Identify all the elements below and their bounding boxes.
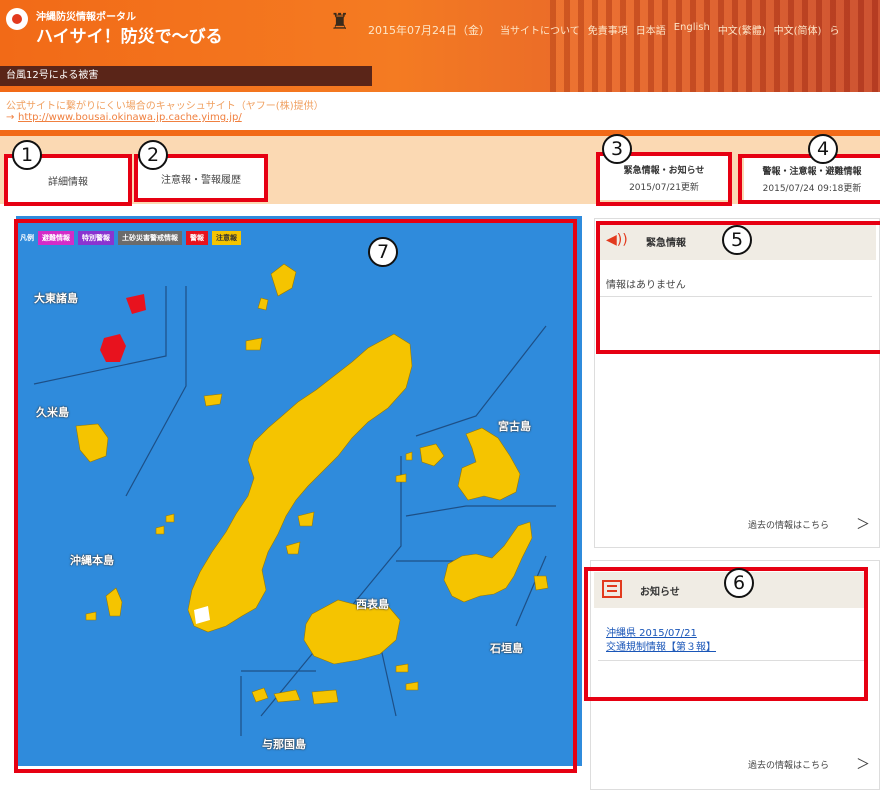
- logo-icon[interactable]: [6, 8, 28, 30]
- annotation-5: 5: [722, 225, 752, 255]
- chevron-right-icon[interactable]: ＞: [856, 754, 870, 774]
- header-nav: 当サイトについて 免責事項 日本語 English 中文(繁體) 中文(简体) …: [500, 22, 839, 37]
- annotation-4: 4: [808, 134, 838, 164]
- cache-site-link[interactable]: http://www.bousai.okinawa.jp.cache.yimg.…: [18, 112, 242, 123]
- logo-title[interactable]: ハイサイ！防災で〜びる: [36, 22, 223, 47]
- notice-more-link[interactable]: 過去の情報はこちら: [748, 758, 829, 771]
- nav-disclaimer-link[interactable]: 免責事項: [588, 22, 628, 37]
- current-date: 2015年07月24日（金）: [368, 24, 490, 37]
- nav-english-link[interactable]: English: [674, 22, 710, 37]
- nav-chinese-simplified-link[interactable]: 中文(简体): [774, 22, 822, 37]
- mascot-icon: ♜: [330, 10, 350, 35]
- annotation-1: 1: [12, 140, 42, 170]
- nav-japanese-link[interactable]: 日本語: [636, 22, 666, 37]
- typhoon-banner[interactable]: 台風12号による被害: [0, 66, 372, 86]
- nav-chinese-traditional-link[interactable]: 中文(繁體): [718, 22, 766, 37]
- header-decoration: [550, 0, 880, 92]
- cache-site-note: 公式サイトに繋がりにくい場合のキャッシュサイト（ヤフー(株)提供）: [6, 101, 324, 112]
- emergency-more-link[interactable]: 過去の情報はこちら: [748, 518, 829, 531]
- annotation-7: 7: [368, 237, 398, 267]
- annotation-2: 2: [138, 140, 168, 170]
- logo-subtitle[interactable]: 沖縄防災情報ポータル: [36, 8, 136, 23]
- annotation-3: 3: [602, 134, 632, 164]
- nav-about-link[interactable]: 当サイトについて: [500, 22, 580, 37]
- nav-more-link[interactable]: ら: [829, 22, 839, 37]
- cache-arrow: →: [6, 112, 15, 123]
- annotation-6: 6: [724, 568, 754, 598]
- chevron-right-icon[interactable]: ＞: [856, 514, 870, 534]
- highlight-box-7: [14, 219, 577, 773]
- highlight-box-4: [738, 154, 880, 204]
